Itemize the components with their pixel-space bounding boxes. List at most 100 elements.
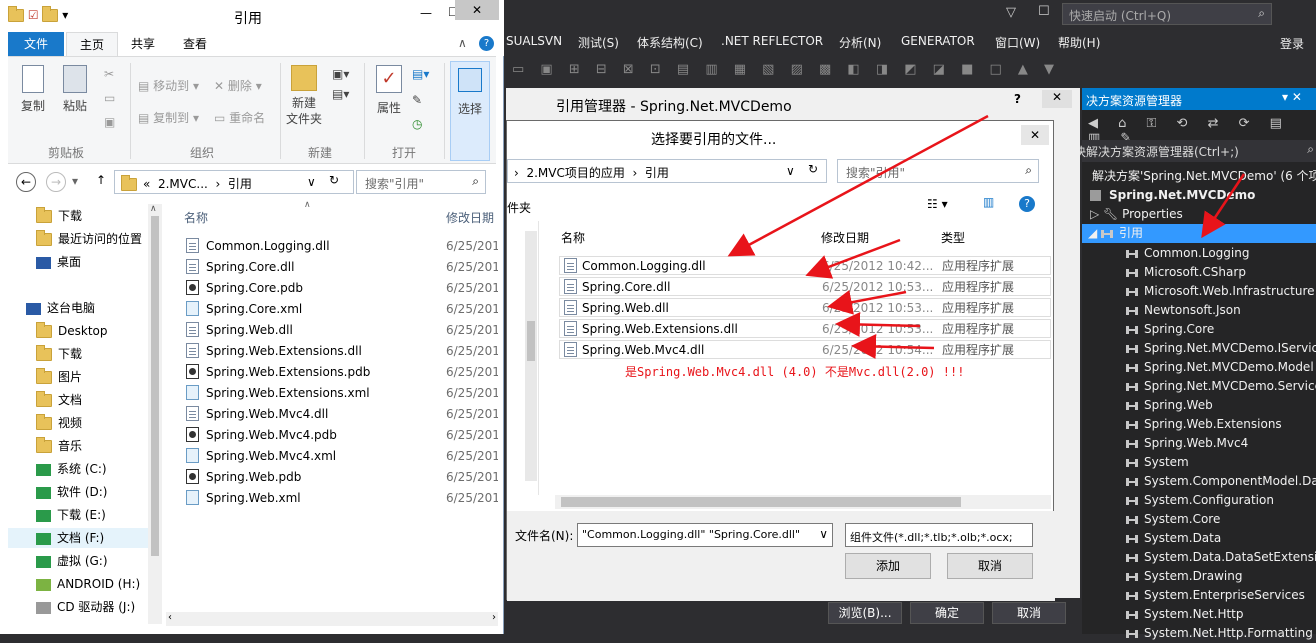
files-horizontal-scrollbar[interactable]: ‹ › [166, 612, 498, 626]
copy-to-button[interactable]: ▤ 复制到 ▾ [138, 109, 199, 126]
reference-item[interactable]: System [1126, 453, 1189, 472]
login-link[interactable]: 登录 [1280, 35, 1304, 52]
reference-item[interactable]: Spring.Net.MVCDemo.Service [1126, 377, 1316, 396]
file-type-filter-select[interactable]: 组件文件(*.dll;*.tlb;*.olb;*.ocx; [845, 523, 1033, 547]
chevron-down-icon[interactable]: ∨ [307, 175, 316, 189]
cut-icon[interactable]: ✂ [104, 67, 114, 81]
up-icon[interactable]: ↑ [96, 173, 106, 187]
file-row[interactable]: Spring.Web.xml 6/25/201 [186, 488, 498, 508]
nav-item[interactable]: 软件 (D:) [36, 482, 107, 502]
reference-item[interactable]: Spring.Web [1126, 396, 1213, 415]
file-row[interactable]: Spring.Core.xml 6/25/201 [186, 299, 498, 319]
reference-item[interactable]: System.Data [1126, 529, 1221, 548]
file-dialog-cancel-button[interactable]: 取消 [947, 553, 1033, 579]
references-node[interactable]: ◢ 引用 [1082, 224, 1316, 243]
properties-node[interactable]: ▷ 🔧︎ Properties [1090, 205, 1183, 224]
reference-item[interactable]: System.Drawing [1126, 567, 1242, 586]
edit-icon[interactable]: ✎ [412, 93, 422, 107]
nav-item[interactable]: 音乐 [36, 436, 82, 456]
nav-item[interactable]: 虚拟 (G:) [36, 551, 108, 571]
file-row[interactable]: Spring.Web.Extensions.xml 6/25/201 [186, 383, 498, 403]
tab-share[interactable]: 共享 [120, 32, 166, 56]
help-icon[interactable]: ? [479, 36, 494, 51]
chevron-down-icon[interactable]: ∨ [819, 527, 828, 541]
refresh-icon[interactable]: ↻ [808, 162, 818, 176]
project-node[interactable]: Spring.Net.MVCDemo [1090, 186, 1255, 205]
menu-visualsvn[interactable]: SUALSVN [506, 34, 562, 48]
delete-button[interactable]: ✕ 删除 ▾ [214, 77, 262, 94]
nav-item[interactable]: 视频 [36, 413, 82, 433]
chevron-down-icon[interactable]: ∨ [786, 164, 795, 178]
solution-search-input[interactable]: 决解决方案资源管理器(Ctrl+;) ⌕ [1074, 140, 1316, 162]
chevron-down-icon[interactable]: ▾ [62, 8, 68, 22]
nav-item[interactable]: 文档 (F:) [8, 528, 148, 548]
feedback-icon[interactable]: ☐ [1038, 4, 1050, 19]
paste-button[interactable]: 粘贴 [60, 65, 90, 114]
explorer-search-input[interactable]: 搜索"引用" ⌕ [356, 170, 486, 194]
forward-icon[interactable]: → [46, 172, 66, 192]
reference-item[interactable]: Common.Logging [1126, 244, 1249, 263]
refresh-icon[interactable]: ↻ [329, 173, 339, 187]
nav-item[interactable]: 这台电脑 [26, 298, 95, 318]
filter-icon[interactable]: ▽ [1006, 5, 1016, 20]
file-dialog-search-input[interactable]: 搜索"引用" ⌕ [837, 159, 1039, 183]
file-row[interactable]: Spring.Core.dll 6/25/201 [186, 257, 498, 277]
file-row[interactable]: Spring.Web.Mvc4.dll 6/25/201 [186, 404, 498, 424]
dialog-file-row[interactable]: Spring.Web.Mvc4.dll 6/25/2012 10:54... 应用程… [559, 340, 1051, 359]
menu-window[interactable]: 窗口(W) [995, 34, 1040, 51]
menu-analyze[interactable]: 分析(N) [839, 34, 881, 51]
menu-test[interactable]: 测试(S) [578, 34, 619, 51]
new-item-icon[interactable]: ▣▾ [332, 67, 349, 81]
collapse-ribbon-icon[interactable]: ∧ [458, 36, 467, 50]
properties-icon[interactable]: ☑ [28, 8, 39, 22]
add-button[interactable]: 添加 [845, 553, 931, 579]
file-row[interactable]: Spring.Web.pdb 6/25/201 [186, 467, 498, 487]
nav-item[interactable]: 下载 (E:) [36, 505, 106, 525]
tab-file[interactable]: 文件 [8, 32, 64, 56]
minimize-icon[interactable]: — [420, 6, 432, 20]
dialog-file-row[interactable]: Spring.Web.Extensions.dll 6/25/2012 10:53… [559, 319, 1051, 338]
file-row[interactable]: Spring.Core.pdb 6/25/201 [186, 278, 498, 298]
solution-node[interactable]: 解决方案'Spring.Net.MVCDemo' (6 个项 [1092, 167, 1316, 186]
collapse-arrow-icon[interactable]: ◢ [1088, 226, 1101, 240]
quick-access-toolbar[interactable]: ☑ ▾ [8, 6, 68, 22]
easy-access-icon[interactable]: ▤▾ [332, 87, 349, 101]
open-icon[interactable]: ▤▾ [412, 67, 429, 81]
select-button[interactable]: 选择 [450, 61, 490, 161]
nav-item[interactable]: 下载 [36, 206, 82, 226]
nav-item[interactable]: CD 驱动器 (J:) [36, 597, 135, 617]
back-icon[interactable]: ← [16, 172, 36, 192]
reference-item[interactable]: Spring.Web.Mvc4 [1126, 434, 1248, 453]
cancel-button[interactable]: 取消 [992, 602, 1066, 624]
preview-pane-icon[interactable]: ▥ [983, 195, 994, 209]
column-header-type[interactable]: 类型 [941, 229, 965, 246]
history-icon[interactable]: ◷ [412, 117, 422, 131]
file-row[interactable]: Spring.Web.Mvc4.xml 6/25/201 [186, 446, 498, 466]
file-row[interactable]: Spring.Web.Extensions.dll 6/25/201 [186, 341, 498, 361]
browse-button[interactable]: 浏览(B)... [828, 602, 902, 624]
reference-item[interactable]: Spring.Core [1126, 320, 1214, 339]
dialog-file-row[interactable]: Common.Logging.dll 6/25/2012 10:42... 应用程序… [559, 256, 1051, 275]
column-header-name[interactable]: 名称 [561, 229, 585, 246]
copy-path-icon[interactable]: ▭ [104, 91, 115, 105]
copy-button[interactable]: 复制 [18, 65, 48, 114]
reference-item[interactable]: System.ComponentModel.Dat [1126, 472, 1316, 491]
horizontal-scrollbar[interactable] [555, 495, 1051, 509]
help-button[interactable]: ? [1014, 92, 1021, 106]
paste-shortcut-icon[interactable]: ▣ [104, 115, 115, 129]
left-pane-scrollbar[interactable] [525, 231, 537, 481]
column-header-date[interactable]: 修改日期 [446, 209, 494, 226]
nav-item[interactable]: 文档 [36, 390, 82, 410]
nav-item[interactable]: ANDROID (H:) [36, 574, 140, 594]
reference-item[interactable]: System.Configuration [1126, 491, 1274, 510]
quick-launch-input[interactable]: 快速启动 (Ctrl+Q) ⌕ [1062, 3, 1272, 25]
column-header-date[interactable]: 修改日期 [821, 229, 869, 246]
menu-architecture[interactable]: 体系结构(C) [637, 34, 703, 51]
address-segment-references[interactable]: 引用 [228, 177, 252, 191]
file-row[interactable]: Common.Logging.dll 6/25/201 [186, 236, 498, 256]
nav-item[interactable]: 桌面 [36, 252, 81, 272]
nav-item[interactable]: 图片 [36, 367, 82, 387]
move-to-button[interactable]: ▤ 移动到 ▾ [138, 77, 199, 94]
tab-view[interactable]: 查看 [172, 32, 218, 56]
file-row[interactable]: Spring.Web.Extensions.pdb 6/25/201 [186, 362, 498, 382]
